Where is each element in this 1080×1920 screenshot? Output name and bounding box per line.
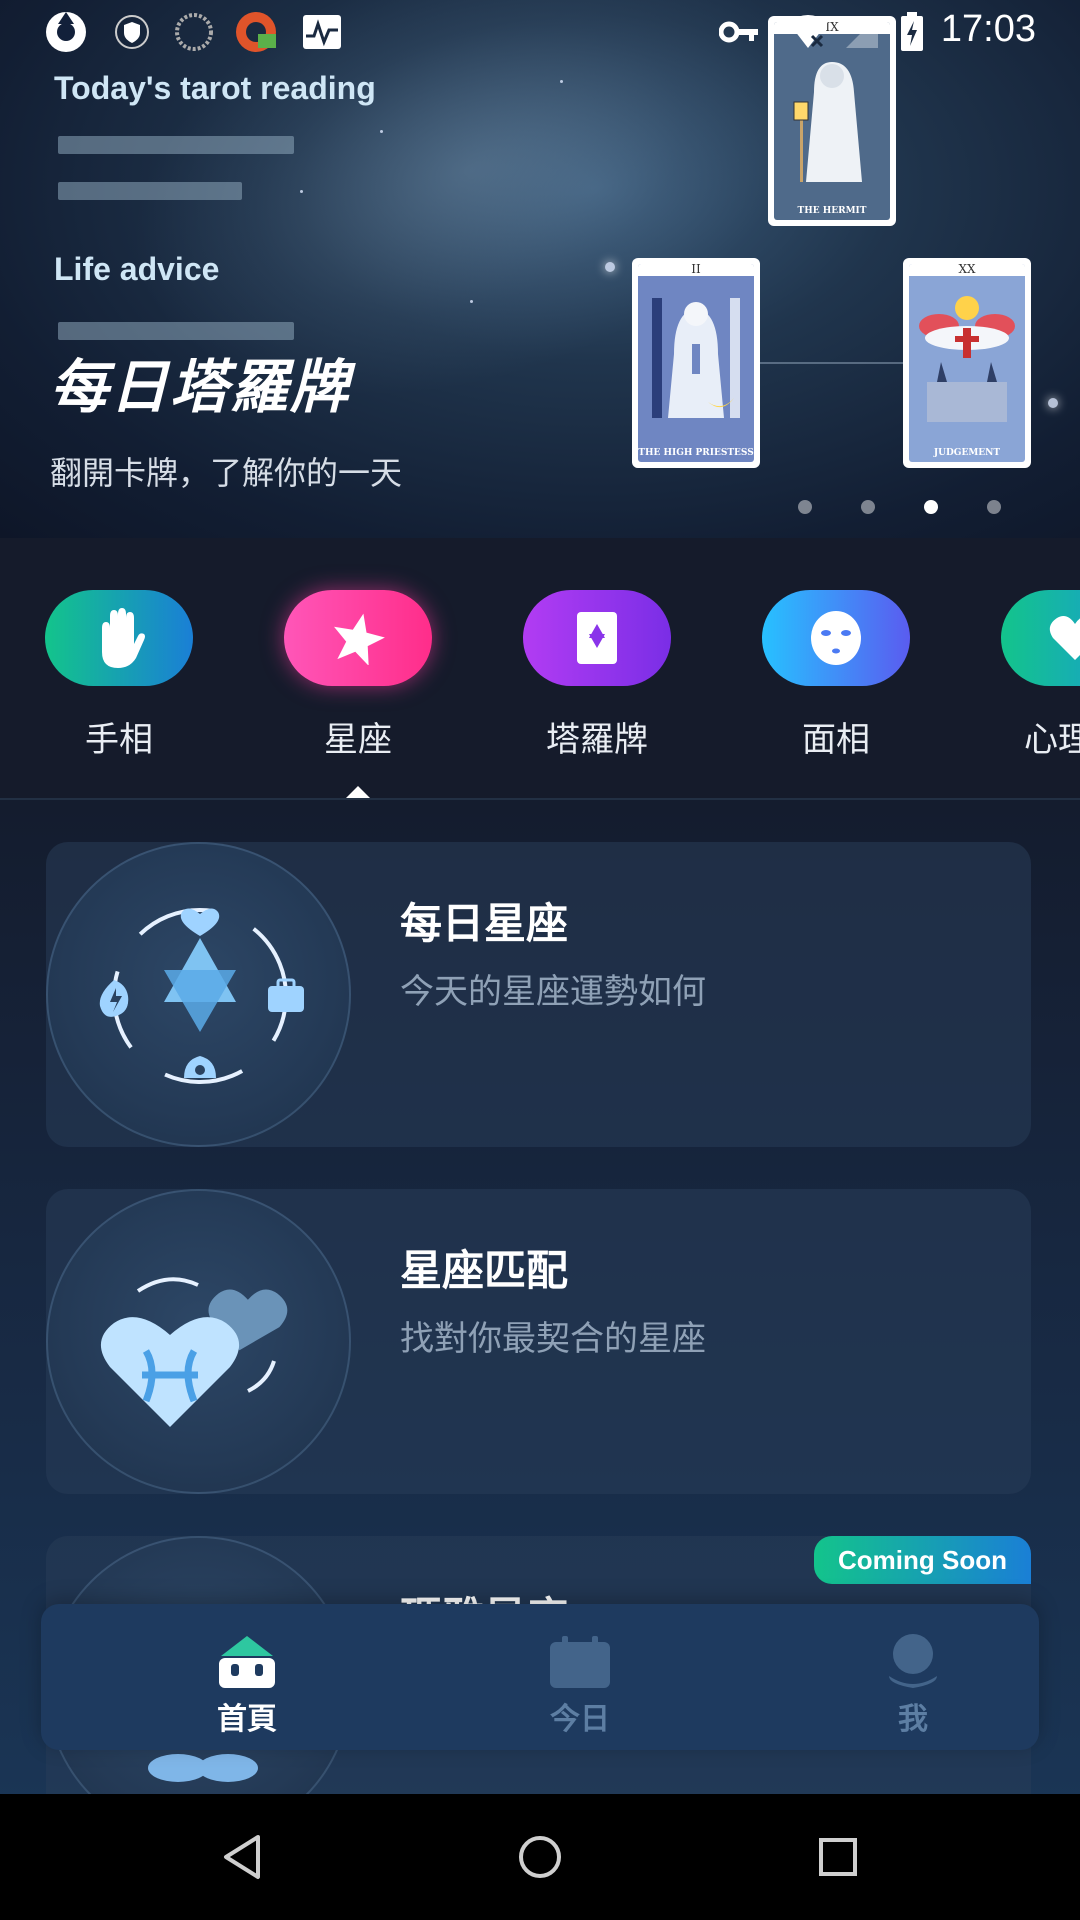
feature-title: 每日星座 [400, 899, 569, 948]
feature-description: 找對你最契合的星座 [400, 1319, 706, 1359]
background-star [560, 80, 563, 83]
feature-icon-circle [46, 1189, 351, 1494]
signal-icon [840, 10, 884, 54]
feature-card-zodiac-match[interactable]: 星座匹配 找對你最契合的星座 [46, 1189, 1031, 1494]
category-pill[interactable] [45, 590, 193, 686]
card-name: THE HERMIT [797, 206, 867, 216]
bottom-navigation: 首頁 今日 我 [41, 1604, 1039, 1750]
dial-icon [172, 10, 216, 54]
background-star [300, 190, 303, 193]
tarot-banner[interactable]: 17:03 Today's tarot reading Life advice … [0, 0, 1080, 538]
feature-title: 星座匹配 [400, 1246, 569, 1295]
tarot-card-icon [577, 612, 617, 664]
banner-title: 每日塔羅牌 [50, 353, 351, 421]
category-pill[interactable] [284, 590, 432, 686]
wifi-off-icon [786, 10, 830, 54]
category-label: 心理測 [1024, 720, 1080, 760]
constellation-star [1048, 398, 1058, 408]
background-star [470, 300, 473, 303]
category-label: 塔羅牌 [546, 720, 648, 760]
card-numeral: II [638, 264, 754, 276]
hermit-figure-icon [793, 62, 862, 182]
star-icon [334, 613, 385, 665]
nav-today[interactable]: 今日 [520, 1632, 640, 1738]
tarot-reading-label: Today's tarot reading [54, 70, 376, 106]
background-star [380, 130, 383, 133]
category-pill[interactable] [762, 590, 910, 686]
nav-label: 首頁 [217, 1702, 277, 1737]
category-pill[interactable] [1001, 590, 1080, 686]
coming-soon-badge: Coming Soon [814, 1536, 1031, 1584]
selected-category-indicator [346, 786, 370, 798]
status-bar: 17:03 [0, 0, 1080, 64]
feature-icon-circle [46, 842, 351, 1147]
hexagram-fortune-icon [99, 908, 304, 1084]
category-label: 手相 [85, 720, 153, 760]
tarot-card-judgement[interactable]: XX JUDGEMENT [903, 258, 1031, 468]
nav-label: 今日 [550, 1702, 610, 1737]
category-psych-test[interactable]: 心理測 [1000, 590, 1080, 761]
category-pill[interactable] [523, 590, 671, 686]
carousel-indicator[interactable] [798, 500, 1001, 514]
shield-vpn-icon [110, 10, 154, 54]
home-icon [215, 1632, 279, 1690]
category-face-reading[interactable]: 面相 [761, 590, 911, 761]
feature-description: 今天的星座運勢如何 [400, 972, 706, 1012]
category-palm[interactable]: 手相 [44, 590, 194, 761]
card-name: THE HIGH PRIESTESS [638, 448, 754, 458]
carousel-dot-active[interactable] [924, 500, 938, 514]
face-mask-icon [811, 611, 861, 665]
card-numeral: XX [909, 264, 1025, 276]
home-circle-icon[interactable] [510, 1827, 570, 1887]
heart-icon [1049, 616, 1080, 660]
category-label: 星座 [324, 720, 392, 760]
palm-hand-icon [102, 608, 145, 668]
nav-me[interactable]: 我 [853, 1632, 973, 1738]
status-time: 17:03 [940, 8, 1036, 50]
high-priestess-figure-icon [652, 298, 740, 418]
nav-label: 我 [898, 1702, 928, 1737]
life-advice-label: Life advice [54, 251, 220, 287]
category-horoscope[interactable]: 星座 [283, 590, 433, 761]
recents-icon[interactable] [808, 1827, 868, 1887]
feature-card-daily-horoscope[interactable]: 每日星座 今天的星座運勢如何 [46, 842, 1031, 1147]
zodiac-hearts-icon [100, 1277, 288, 1427]
card-name: JUDGEMENT [933, 448, 1001, 458]
carousel-dot[interactable] [861, 500, 875, 514]
back-icon[interactable] [212, 1827, 272, 1887]
banner-subtitle: 翻開卡牌，了解你的一天 [50, 454, 403, 492]
carousel-dot[interactable] [987, 500, 1001, 514]
battery-charging-icon [890, 10, 934, 54]
category-label: 面相 [802, 720, 870, 760]
tarot-card-high-priestess[interactable]: II THE HIGH PRIESTESS [632, 258, 760, 468]
reading-placeholder-line [58, 136, 294, 154]
category-scroll-row[interactable]: 手相 星座 塔羅牌 面相 心理 [0, 538, 1080, 800]
nav-home[interactable]: 首頁 [187, 1632, 307, 1738]
calendar-icon [548, 1632, 612, 1690]
aperture-app-icon [44, 10, 88, 54]
carousel-dot[interactable] [798, 500, 812, 514]
advice-placeholder-line [58, 322, 294, 340]
activity-graph-icon [300, 10, 344, 54]
magnet-app-icon [234, 10, 278, 54]
constellation-line [760, 362, 910, 364]
reading-placeholder-line [58, 182, 242, 200]
category-tarot[interactable]: 塔羅牌 [522, 590, 672, 761]
key-icon [718, 10, 762, 54]
constellation-star [605, 262, 615, 272]
judgement-angel-icon [919, 296, 1015, 422]
profile-icon [881, 1632, 945, 1690]
system-navigation-bar [0, 1794, 1080, 1920]
